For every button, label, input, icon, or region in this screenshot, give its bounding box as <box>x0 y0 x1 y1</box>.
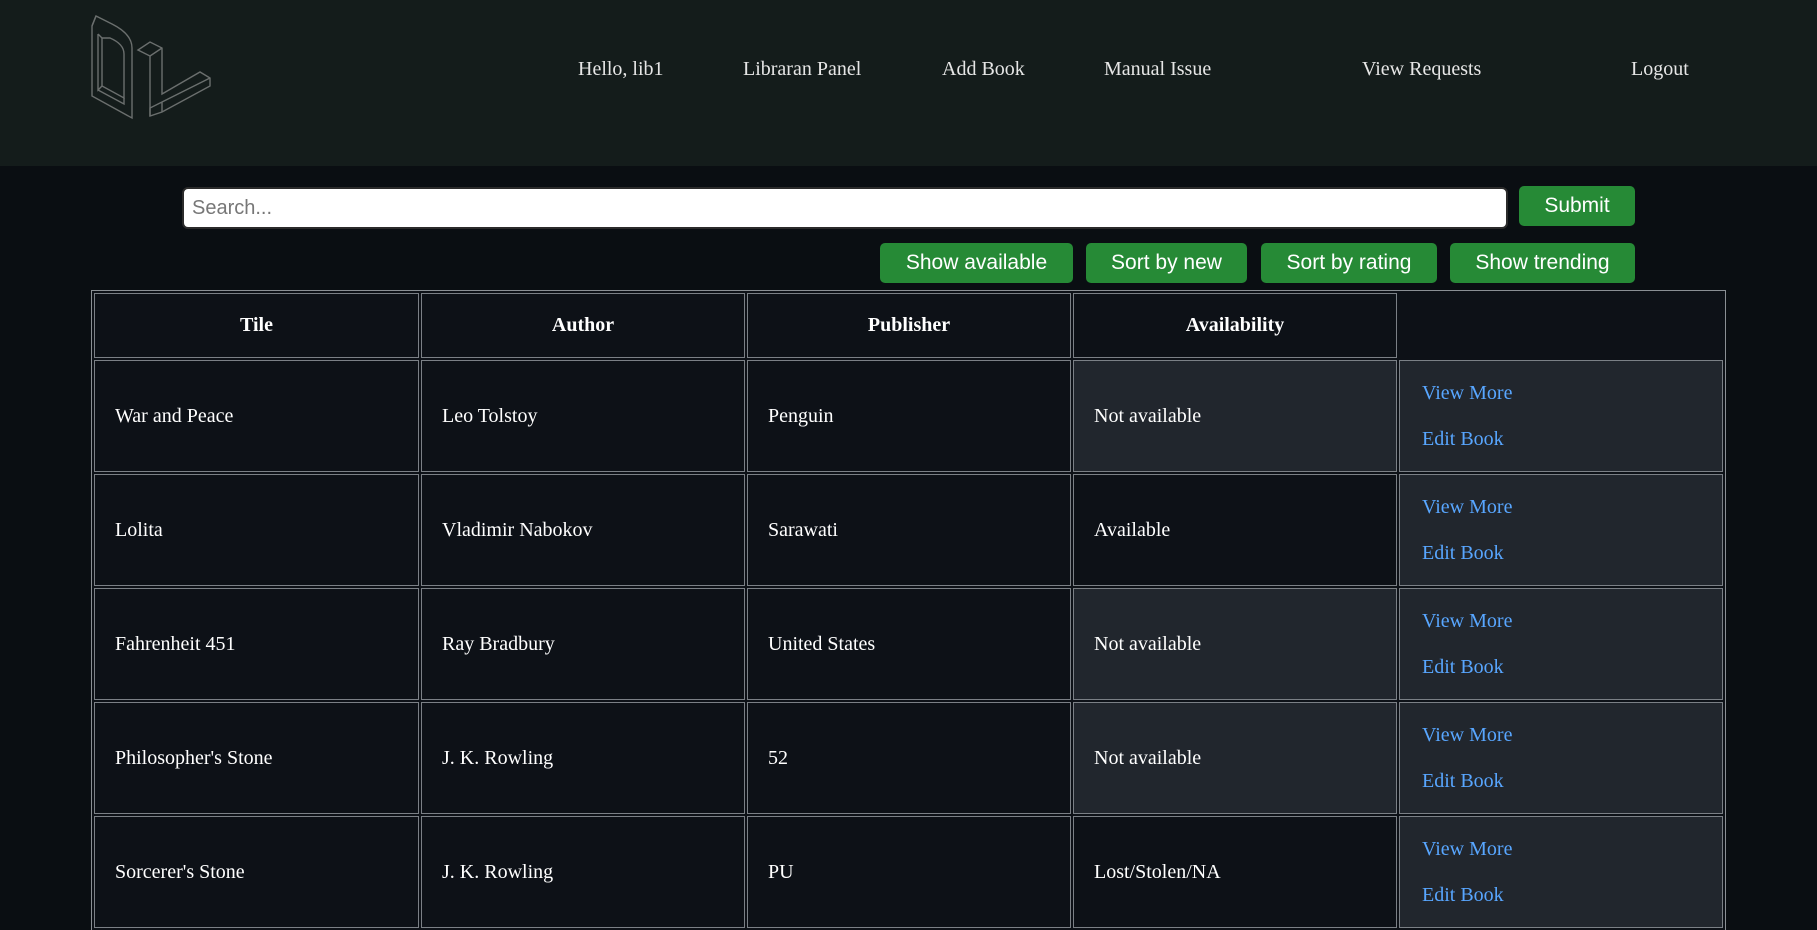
edit-book-link[interactable]: Edit Book <box>1422 655 1700 679</box>
cell-availability: Not available <box>1073 360 1397 472</box>
cell-title: Philosopher's Stone <box>94 702 419 814</box>
cell-availability: Available <box>1073 474 1397 586</box>
view-more-link[interactable]: View More <box>1422 381 1700 405</box>
view-more-link[interactable]: View More <box>1422 609 1700 633</box>
cell-actions: View More Edit Book <box>1399 474 1723 586</box>
cell-author: J. K. Rowling <box>421 702 745 814</box>
cell-publisher: 52 <box>747 702 1071 814</box>
show-available-button[interactable]: Show available <box>880 243 1073 283</box>
sort-by-rating-button[interactable]: Sort by rating <box>1261 243 1437 283</box>
cell-title: Fahrenheit 451 <box>94 588 419 700</box>
cell-publisher: Penguin <box>747 360 1071 472</box>
table-header-row: Tile Author Publisher Availability <box>94 293 1723 358</box>
show-trending-button[interactable]: Show trending <box>1450 243 1635 283</box>
nav-view-requests[interactable]: View Requests <box>1362 57 1481 81</box>
search-input[interactable] <box>182 187 1508 229</box>
table-row: Lolita Vladimir Nabokov Sarawati Availab… <box>94 474 1723 586</box>
view-more-link[interactable]: View More <box>1422 723 1700 747</box>
table-row: Fahrenheit 451 Ray Bradbury United State… <box>94 588 1723 700</box>
header-title: Tile <box>94 293 419 358</box>
table-row: Philosopher's Stone J. K. Rowling 52 Not… <box>94 702 1723 814</box>
cell-author: Vladimir Nabokov <box>421 474 745 586</box>
header-publisher: Publisher <box>747 293 1071 358</box>
cell-availability: Lost/Stolen/NA <box>1073 816 1397 928</box>
sort-by-new-button[interactable]: Sort by new <box>1086 243 1247 283</box>
cell-publisher: PU <box>747 816 1071 928</box>
cell-author: J. K. Rowling <box>421 816 745 928</box>
cell-actions: View More Edit Book <box>1399 588 1723 700</box>
submit-button[interactable]: Submit <box>1519 186 1635 226</box>
table-row: Sorcerer's Stone J. K. Rowling PU Lost/S… <box>94 816 1723 928</box>
books-table-container: Tile Author Publisher Availability War a… <box>91 290 1726 930</box>
cell-publisher: Sarawati <box>747 474 1071 586</box>
cell-availability: Not available <box>1073 702 1397 814</box>
header-actions <box>1399 293 1723 358</box>
cell-title: War and Peace <box>94 360 419 472</box>
dl-logo-icon[interactable] <box>88 12 220 124</box>
cell-publisher: United States <box>747 588 1071 700</box>
cell-author: Ray Bradbury <box>421 588 745 700</box>
cell-availability: Not available <box>1073 588 1397 700</box>
table-row: War and Peace Leo Tolstoy Penguin Not av… <box>94 360 1723 472</box>
nav-logout[interactable]: Logout <box>1631 57 1689 81</box>
cell-actions: View More Edit Book <box>1399 702 1723 814</box>
cell-author: Leo Tolstoy <box>421 360 745 472</box>
view-more-link[interactable]: View More <box>1422 837 1700 861</box>
edit-book-link[interactable]: Edit Book <box>1422 769 1700 793</box>
nav-add-book[interactable]: Add Book <box>942 57 1025 81</box>
edit-book-link[interactable]: Edit Book <box>1422 427 1700 451</box>
nav-manual-issue[interactable]: Manual Issue <box>1104 57 1211 81</box>
edit-book-link[interactable]: Edit Book <box>1422 541 1700 565</box>
nav-librarian-panel[interactable]: Libraran Panel <box>743 57 861 81</box>
cell-title: Sorcerer's Stone <box>94 816 419 928</box>
edit-book-link[interactable]: Edit Book <box>1422 883 1700 907</box>
cell-title: Lolita <box>94 474 419 586</box>
cell-actions: View More Edit Book <box>1399 816 1723 928</box>
cell-actions: View More Edit Book <box>1399 360 1723 472</box>
view-more-link[interactable]: View More <box>1422 495 1700 519</box>
header-author: Author <box>421 293 745 358</box>
books-table: Tile Author Publisher Availability War a… <box>92 291 1725 930</box>
nav-greeting: Hello, lib1 <box>578 58 664 80</box>
top-header: Hello, lib1 Libraran Panel Add Book Manu… <box>0 0 1817 166</box>
header-availability: Availability <box>1073 293 1397 358</box>
